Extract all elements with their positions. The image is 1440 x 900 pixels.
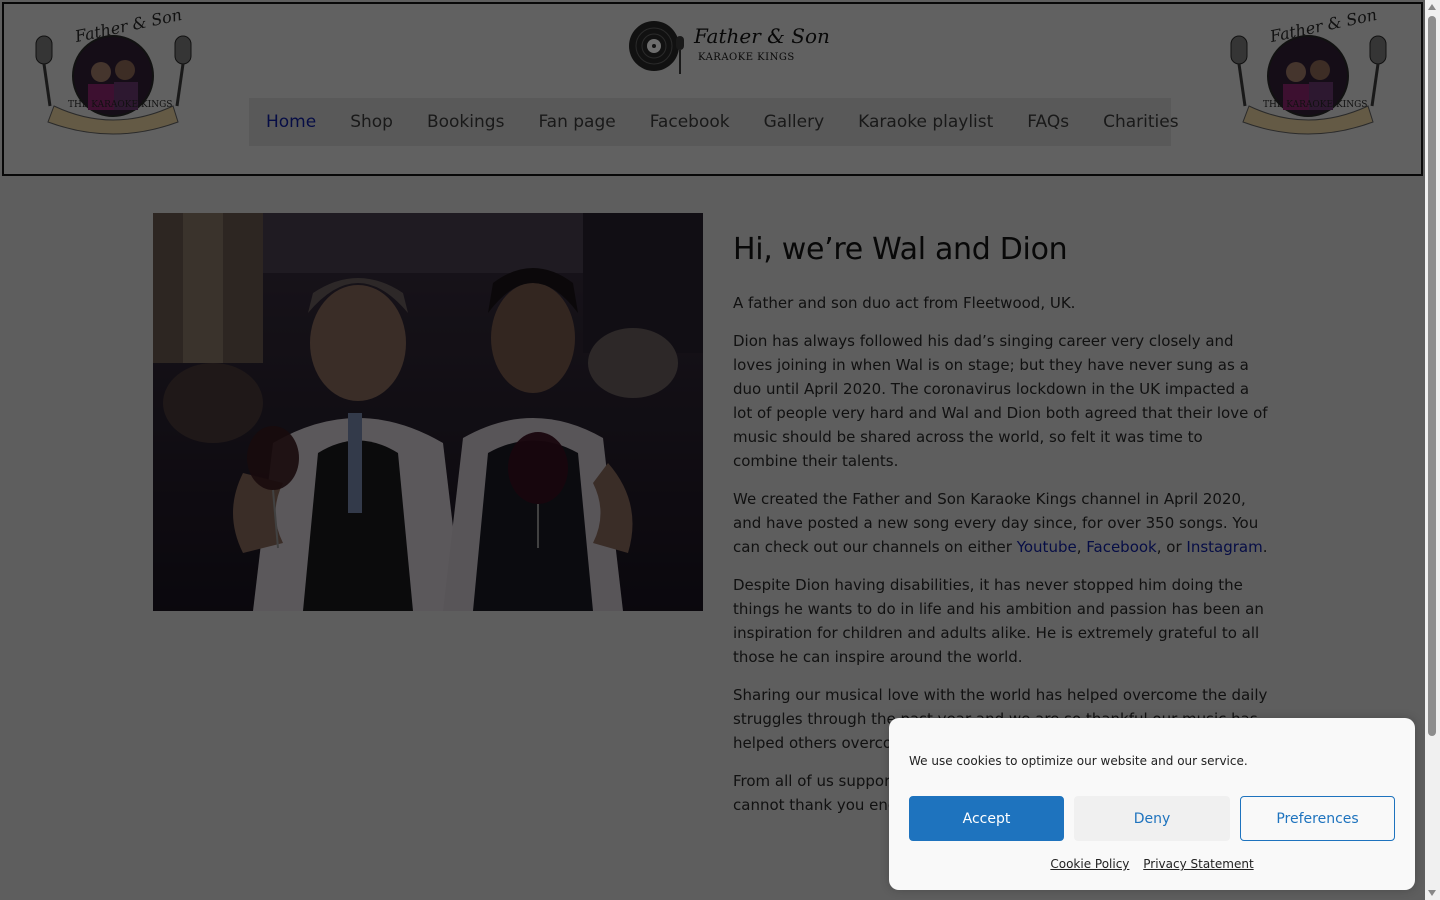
scroll-up-icon[interactable] xyxy=(1428,4,1436,10)
scroll-down-icon[interactable] xyxy=(1428,890,1436,896)
deny-cookies-button[interactable]: Deny xyxy=(1074,796,1230,841)
cookie-message: We use cookies to optimize our website a… xyxy=(909,754,1248,768)
cookie-policy-link[interactable]: Cookie Policy xyxy=(1050,857,1129,871)
cookie-preferences-button[interactable]: Preferences xyxy=(1240,796,1395,841)
scroll-thumb[interactable] xyxy=(1428,16,1436,736)
privacy-statement-link[interactable]: Privacy Statement xyxy=(1143,857,1253,871)
page-scrollbar[interactable] xyxy=(1425,0,1440,900)
cookie-links: Cookie Policy Privacy Statement xyxy=(889,857,1415,871)
cookie-consent-banner: We use cookies to optimize our website a… xyxy=(889,718,1415,890)
accept-cookies-button[interactable]: Accept xyxy=(909,796,1064,841)
